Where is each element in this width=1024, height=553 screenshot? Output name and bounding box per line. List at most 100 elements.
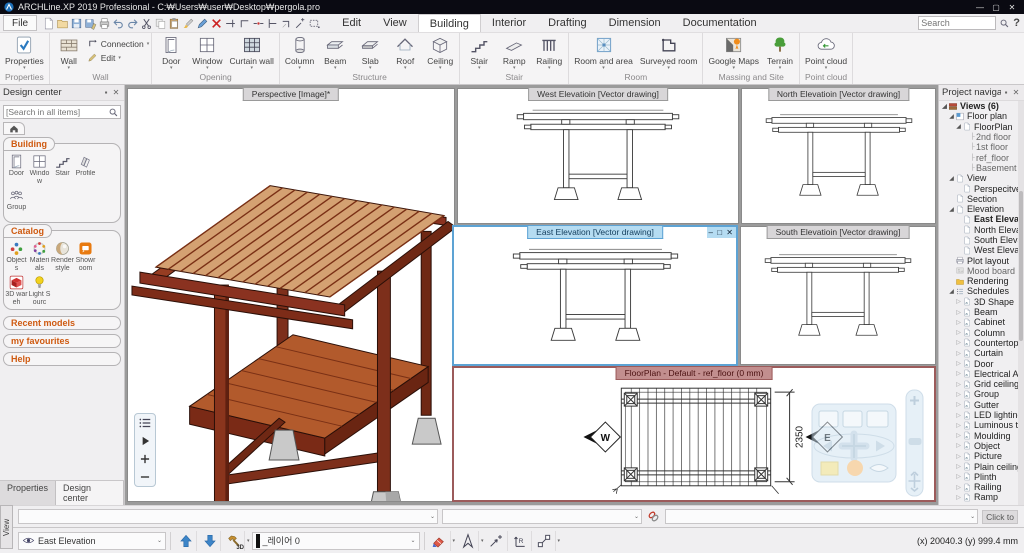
- collapse-arrow-icon[interactable]: ▷: [955, 350, 962, 357]
- trim-icon[interactable]: [224, 17, 237, 30]
- menu-tab-edit[interactable]: Edit: [331, 14, 372, 32]
- tree-item-basement[interactable]: ├ Basement: [939, 163, 1018, 173]
- expand-arrow-icon[interactable]: ◢: [948, 288, 955, 295]
- tree-item-grid-ceiling[interactable]: ▷ a Grid ceiling: [939, 379, 1018, 389]
- new-doc-icon[interactable]: [42, 17, 55, 30]
- command-input[interactable]: ⌄: [18, 509, 438, 524]
- ribbon-button-point-cloud[interactable]: Point cloud ▾: [802, 34, 850, 71]
- viewport-minimize-button[interactable]: –: [709, 228, 714, 237]
- tree-item-ramp[interactable]: ▷ a Ramp: [939, 492, 1018, 502]
- collapse-arrow-icon[interactable]: ▷: [955, 339, 962, 346]
- collapse-arrow-icon[interactable]: ▷: [955, 422, 962, 429]
- menu-tab-drafting[interactable]: Drafting: [537, 14, 598, 32]
- build-3d-button[interactable]: 3D: [223, 530, 245, 551]
- viewport-maximize-button[interactable]: □: [717, 228, 723, 237]
- tree-item-floor-plan[interactable]: ◢ Floor plan: [939, 111, 1018, 121]
- node-dropdown[interactable]: ▾: [558, 538, 561, 544]
- ribbon-button-ramp[interactable]: Ramp ▾: [497, 34, 531, 71]
- brush-icon[interactable]: [182, 17, 195, 30]
- ribbon-button-surveyed-room[interactable]: Surveyed room ▾: [637, 34, 701, 71]
- design-center-section-my-favourites[interactable]: my favourites: [3, 334, 121, 348]
- ribbon-button-terrain[interactable]: Terrain ▾: [763, 34, 797, 71]
- tree-item-perspecitve[interactable]: Perspecitve: [939, 183, 1018, 194]
- expand-arrow-icon[interactable]: ◢: [955, 123, 962, 130]
- delete-x-icon[interactable]: [210, 17, 223, 30]
- viewport-perspective-tab[interactable]: Perspective [Image]*: [242, 88, 340, 101]
- window-minimize-button[interactable]: —: [972, 3, 988, 12]
- ribbon-button-curtain-wall[interactable]: Curtain wall ▾: [227, 34, 277, 71]
- corner-icon[interactable]: [238, 17, 251, 30]
- tree-item-countertop[interactable]: ▷ a Countertop: [939, 338, 1018, 348]
- ribbon-button-properties[interactable]: Properties ▾: [2, 34, 47, 71]
- paste-icon[interactable]: [168, 17, 181, 30]
- design-center-item-profile[interactable]: Profile: [74, 153, 97, 185]
- corner2-icon[interactable]: [280, 17, 293, 30]
- collapse-arrow-icon[interactable]: ▷: [955, 484, 962, 491]
- tree-item-floorplan[interactable]: ◢ FloorPlan: [939, 122, 1018, 132]
- snap-point-button[interactable]: [486, 530, 508, 551]
- collapse-arrow-icon[interactable]: ▷: [955, 391, 962, 398]
- viewport-east-tab[interactable]: East Elevation [Vector drawing]: [527, 226, 663, 239]
- ribbon-button-window[interactable]: Window ▾: [189, 34, 225, 71]
- viewport-north-elevation[interactable]: North Elevatioin [Vector drawing]: [741, 88, 936, 224]
- command-option-select[interactable]: ⌄: [442, 509, 642, 524]
- north-arrow-button[interactable]: [457, 530, 480, 551]
- collapse-arrow-icon[interactable]: ▷: [955, 370, 962, 377]
- relative-coordinate-button[interactable]: R: [510, 530, 532, 551]
- design-center-section-help[interactable]: Help: [3, 352, 121, 366]
- viewport-south-tab[interactable]: South Elevatioin [Vector drawing]: [766, 226, 910, 239]
- tree-item-west-elevatioin[interactable]: West Elevatioin: [939, 245, 1018, 255]
- zoom-in-icon[interactable]: [138, 452, 152, 466]
- tree-item-plain-ceiling[interactable]: ▷ a Plain ceiling: [939, 461, 1018, 472]
- next-view-button[interactable]: [199, 530, 221, 551]
- collapse-arrow-icon[interactable]: ▷: [955, 381, 962, 388]
- open-folder-icon[interactable]: [56, 17, 69, 30]
- tree-item-gutter[interactable]: ▷ a Gutter: [939, 400, 1018, 410]
- collapse-arrow-icon[interactable]: ▷: [955, 319, 962, 326]
- collapse-arrow-icon[interactable]: ▷: [955, 463, 962, 470]
- help-button[interactable]: ?: [1013, 17, 1020, 29]
- ribbon-button-railing[interactable]: Railing ▾: [532, 34, 566, 71]
- eraser-button[interactable]: [429, 530, 451, 551]
- command-value-select[interactable]: ⌄: [665, 509, 979, 524]
- tree-item-picture[interactable]: ▷ a Picture: [939, 451, 1018, 461]
- chain-link-icon[interactable]: [646, 509, 661, 524]
- eraser-dropdown[interactable]: ▾: [453, 538, 456, 544]
- section-label[interactable]: Building: [3, 137, 55, 151]
- ribbon-button-slab[interactable]: Slab ▾: [353, 34, 387, 71]
- ribbon-button-connection[interactable]: Connection ▾: [87, 38, 149, 49]
- design-center-item-render-style[interactable]: Render style: [51, 240, 74, 272]
- north-dropdown[interactable]: ▾: [481, 538, 484, 544]
- ribbon-button-beam[interactable]: Beam ▾: [318, 34, 352, 71]
- drawing-area[interactable]: Perspective [Image]* West Elevatioin [Ve…: [125, 85, 938, 505]
- view-selector[interactable]: East Elevation ⌄: [18, 531, 166, 550]
- tree-item-schedules[interactable]: ◢ Schedules: [939, 286, 1018, 296]
- tree-item-ref-floor[interactable]: ├ ref_floor: [939, 152, 1018, 163]
- viewport-north-tab[interactable]: North Elevatioin [Vector drawing]: [767, 88, 910, 101]
- tree-item-plot-layout[interactable]: Plot layout: [939, 255, 1018, 266]
- tree-item-railing[interactable]: ▷ a Railing: [939, 482, 1018, 492]
- expand-arrow-icon[interactable]: ◢: [948, 206, 955, 213]
- pen-icon[interactable]: [196, 17, 209, 30]
- break-icon[interactable]: [252, 17, 265, 30]
- expand-arrow-icon[interactable]: ◢: [948, 175, 955, 182]
- ribbon-button-edit[interactable]: Edit ▾: [87, 52, 150, 63]
- section-label[interactable]: Catalog: [3, 224, 53, 238]
- menu-tab-documentation[interactable]: Documentation: [672, 14, 768, 32]
- save-as-icon[interactable]: [84, 17, 97, 30]
- save-icon[interactable]: [70, 17, 83, 30]
- box-select-icon[interactable]: [308, 17, 321, 30]
- design-center-item-stair[interactable]: Stair: [51, 153, 74, 185]
- collapse-arrow-icon[interactable]: ▷: [955, 360, 962, 367]
- previous-view-button[interactable]: [175, 530, 197, 551]
- ribbon-button-room-and-area[interactable]: Room and area ▾: [571, 34, 636, 71]
- tree-item-luminous-text[interactable]: ▷aLuminous text: [939, 420, 1018, 430]
- tree-item-led-lighting[interactable]: ▷ a LED lighting: [939, 410, 1018, 420]
- viewport-south-elevation[interactable]: South Elevatioin [Vector drawing]: [740, 226, 936, 365]
- tree-item-elevation[interactable]: ◢ Elevation: [939, 204, 1018, 214]
- ribbon-button-column[interactable]: Column ▾: [282, 34, 317, 71]
- tree-item-north-elevatioin[interactable]: North Elevatioin: [939, 225, 1018, 235]
- redo-icon[interactable]: [126, 17, 139, 30]
- ribbon-button-ceiling[interactable]: Ceiling ▾: [423, 34, 457, 71]
- tab-properties[interactable]: Properties: [0, 481, 57, 505]
